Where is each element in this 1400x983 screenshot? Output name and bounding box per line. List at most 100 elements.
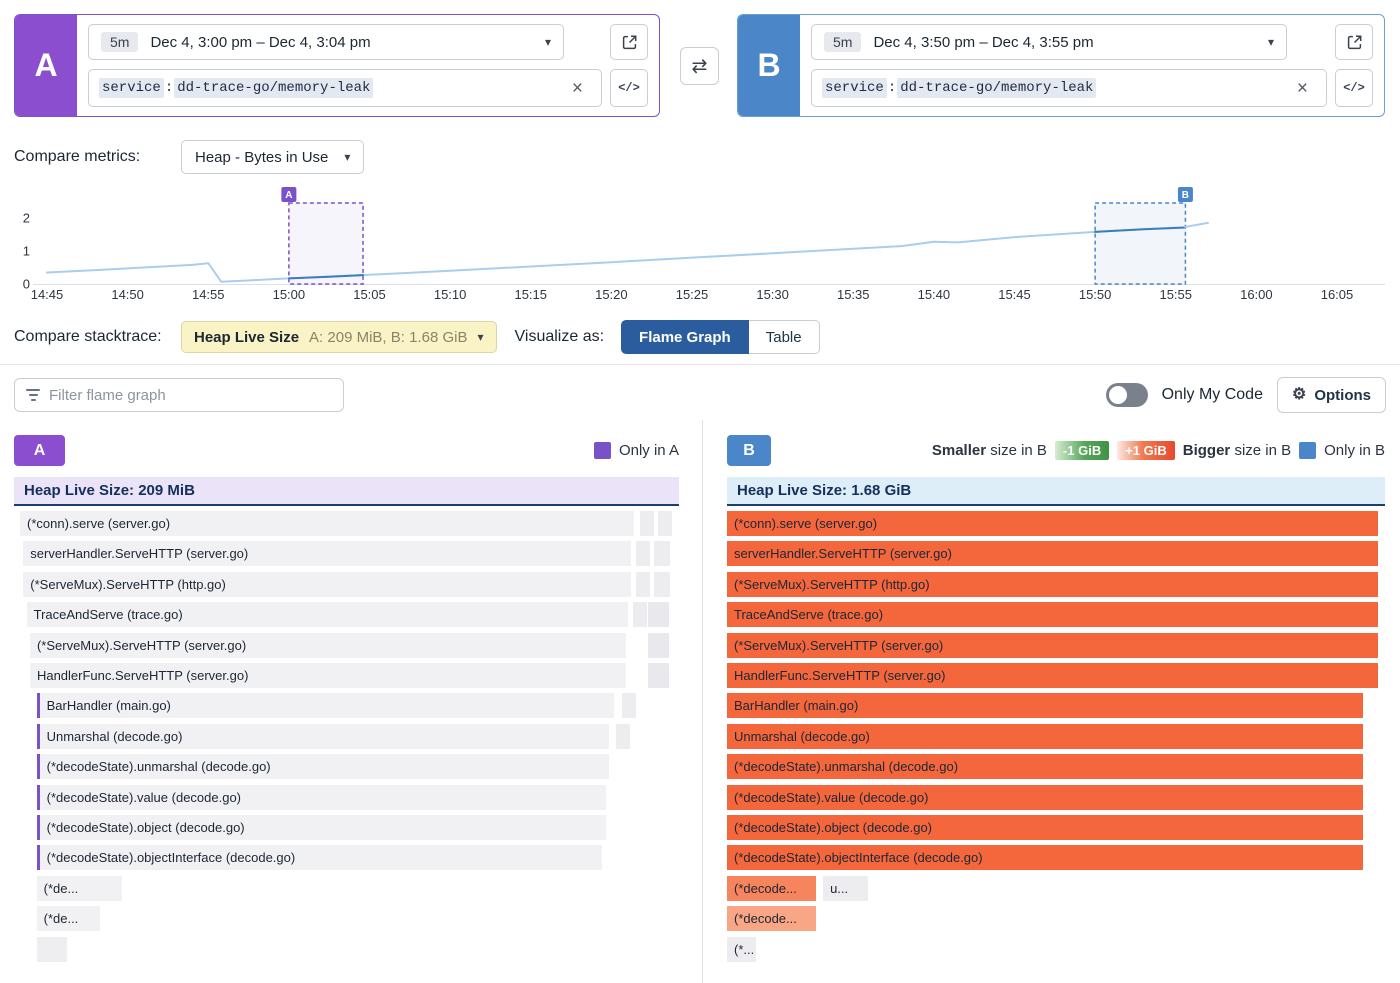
stacktrace-select-value: Heap Live Size <box>194 329 299 346</box>
y-tick-label: 1 <box>23 244 30 259</box>
x-tick-label: 15:25 <box>676 287 709 302</box>
flame-frame[interactable]: (*decodeState).unmarshal (decode.go) <box>37 754 609 779</box>
filter-icon <box>25 389 41 401</box>
flame-frame[interactable]: u... <box>823 876 868 901</box>
flame-frame[interactable]: (*ServeMux).ServeHTTP (server.go) <box>727 633 1378 658</box>
flame-frame[interactable] <box>616 724 630 749</box>
flame-frame[interactable]: serverHandler.ServeHTTP (server.go) <box>23 541 631 566</box>
flame-frame[interactable]: TraceAndServe (trace.go) <box>727 602 1378 627</box>
query-tokens-b: service:dd-trace-go/memory-leak <box>822 80 1096 96</box>
time-range-select-a[interactable]: 5m Dec 4, 3:00 pm – Dec 4, 3:04 pm ▾ <box>88 24 564 60</box>
x-tick-label: 15:20 <box>595 287 628 302</box>
flame-frame[interactable]: (*ServeMux).ServeHTTP (http.go) <box>727 572 1378 597</box>
flame-frame[interactable]: Unmarshal (decode.go) <box>37 724 609 749</box>
flame-frame[interactable] <box>636 572 650 597</box>
metric-select[interactable]: Heap - Bytes in Use ▾ <box>181 140 364 174</box>
flame-frame[interactable] <box>633 602 647 627</box>
flame-frame[interactable]: (*decodeState).object (decode.go) <box>727 815 1363 840</box>
selection-box-b[interactable] <box>1095 203 1185 284</box>
flame-frame[interactable] <box>654 541 670 566</box>
flame-frame[interactable] <box>37 937 68 962</box>
only-in-a-swatch <box>594 442 611 459</box>
filter-flame-graph-input[interactable] <box>49 387 333 404</box>
clear-query-button-b[interactable]: × <box>1289 79 1316 98</box>
query-input-a[interactable]: service:dd-trace-go/memory-leak × <box>88 69 602 107</box>
compare-panel-a: A 5m Dec 4, 3:00 pm – Dec 4, 3:04 pm ▾ s… <box>14 14 660 117</box>
flame-frame[interactable]: (*conn).serve (server.go) <box>20 511 634 536</box>
x-tick-label: 15:50 <box>1079 287 1112 302</box>
code-editor-button-b[interactable]: </> <box>1335 69 1373 107</box>
flame-frame[interactable]: (*decodeState).objectInterface (decode.g… <box>727 845 1363 870</box>
x-tick-label: 14:50 <box>111 287 144 302</box>
compare-stacktrace-row: Compare stacktrace: Heap Live Size A: 20… <box>14 320 820 354</box>
x-tick-label: 15:45 <box>998 287 1031 302</box>
flame-frame[interactable]: (*decodeState).value (decode.go) <box>37 785 606 810</box>
profile-compare-page: A 5m Dec 4, 3:00 pm – Dec 4, 3:04 pm ▾ s… <box>0 0 1400 983</box>
toggle-knob <box>1109 386 1127 404</box>
flame-frame[interactable] <box>658 511 672 536</box>
query-token: service <box>99 78 164 98</box>
duration-chip-a: 5m <box>101 32 138 52</box>
flame-frame[interactable]: (*decodeState).object (decode.go) <box>37 815 606 840</box>
flame-frame[interactable]: BarHandler (main.go) <box>727 693 1363 718</box>
open-in-new-button-a[interactable] <box>610 24 648 60</box>
clear-query-button-a[interactable]: × <box>564 79 591 98</box>
stacktrace-metric-select[interactable]: Heap Live Size A: 209 MiB, B: 1.68 GiB ▾ <box>181 321 497 353</box>
gear-icon: ⚙ <box>1292 387 1306 403</box>
x-tick-label: 15:55 <box>1159 287 1192 302</box>
x-tick-label: 15:05 <box>353 287 386 302</box>
metric-timeseries-chart[interactable]: AB14:4514:5014:5515:0015:0515:1015:1515:… <box>0 185 1400 315</box>
swap-icon: ⇄ <box>692 55 708 78</box>
flame-frame[interactable]: (*decode... <box>727 876 816 901</box>
options-button[interactable]: ⚙ Options <box>1277 377 1386 413</box>
flame-frame[interactable] <box>648 633 669 658</box>
chevron-down-icon: ▾ <box>477 331 483 343</box>
compare-panel-b: B 5m Dec 4, 3:50 pm – Dec 4, 3:55 pm ▾ s… <box>737 14 1385 117</box>
flame-frame[interactable]: (*de... <box>37 876 122 901</box>
flame-frame[interactable] <box>648 663 669 688</box>
flame-frame[interactable] <box>654 572 670 597</box>
open-in-new-button-b[interactable] <box>1335 24 1373 60</box>
flame-frame[interactable]: (*conn).serve (server.go) <box>727 511 1378 536</box>
flame-a-badge: A <box>14 435 65 466</box>
open-in-new-icon <box>1347 35 1362 50</box>
flame-frame[interactable]: (*ServeMux).ServeHTTP (server.go) <box>30 633 626 658</box>
selection-letter: B <box>1182 190 1189 201</box>
only-in-b-swatch <box>1299 442 1316 459</box>
y-tick-label: 2 <box>23 211 30 226</box>
query-token: : <box>164 78 174 98</box>
flame-frame[interactable] <box>636 541 650 566</box>
selection-box-a[interactable] <box>289 203 363 284</box>
x-tick-label: 15:40 <box>918 287 951 302</box>
flame-frame[interactable]: (*decodeState).objectInterface (decode.g… <box>37 845 602 870</box>
flame-b-badge: B <box>727 435 771 466</box>
flame-frame[interactable]: HandlerFunc.ServeHTTP (server.go) <box>30 663 626 688</box>
flame-frame[interactable]: (*de... <box>37 906 101 931</box>
flame-frame[interactable]: BarHandler (main.go) <box>37 693 614 718</box>
flame-frame[interactable] <box>622 693 636 718</box>
flame-b-root-frame[interactable]: Heap Live Size: 1.68 GiB <box>727 477 1385 506</box>
flame-frame[interactable]: HandlerFunc.ServeHTTP (server.go) <box>727 663 1378 688</box>
flame-frame[interactable]: (*decode... <box>727 906 816 931</box>
flame-frame[interactable]: (*... <box>727 937 756 962</box>
flame-frame[interactable]: (*decodeState).unmarshal (decode.go) <box>727 754 1363 779</box>
flame-frame[interactable]: Unmarshal (decode.go) <box>727 724 1363 749</box>
bigger-legend-bold: Bigger <box>1183 442 1231 459</box>
flame-graph-tab[interactable]: Flame Graph <box>621 320 749 354</box>
only-my-code-toggle[interactable] <box>1106 383 1148 407</box>
swap-profiles-button[interactable]: ⇄ <box>680 47 719 85</box>
flame-frame[interactable] <box>648 602 669 627</box>
flame-frame[interactable] <box>640 511 654 536</box>
query-tokens-a: service:dd-trace-go/memory-leak <box>99 80 373 96</box>
flame-frame[interactable]: (*decodeState).value (decode.go) <box>727 785 1363 810</box>
flame-a-header: A Only in A <box>14 435 679 466</box>
flame-a-root-frame[interactable]: Heap Live Size: 209 MiB <box>14 477 679 506</box>
code-editor-button-a[interactable]: </> <box>610 69 648 107</box>
flame-frame[interactable]: (*ServeMux).ServeHTTP (http.go) <box>23 572 631 597</box>
flame-frame[interactable]: serverHandler.ServeHTTP (server.go) <box>727 541 1378 566</box>
time-range-select-b[interactable]: 5m Dec 4, 3:50 pm – Dec 4, 3:55 pm ▾ <box>811 24 1287 60</box>
compare-metrics-row: Compare metrics: Heap - Bytes in Use ▾ <box>14 139 364 175</box>
query-input-b[interactable]: service:dd-trace-go/memory-leak × <box>811 69 1327 107</box>
flame-frame[interactable]: TraceAndServe (trace.go) <box>27 602 628 627</box>
table-tab[interactable]: Table <box>749 320 820 354</box>
